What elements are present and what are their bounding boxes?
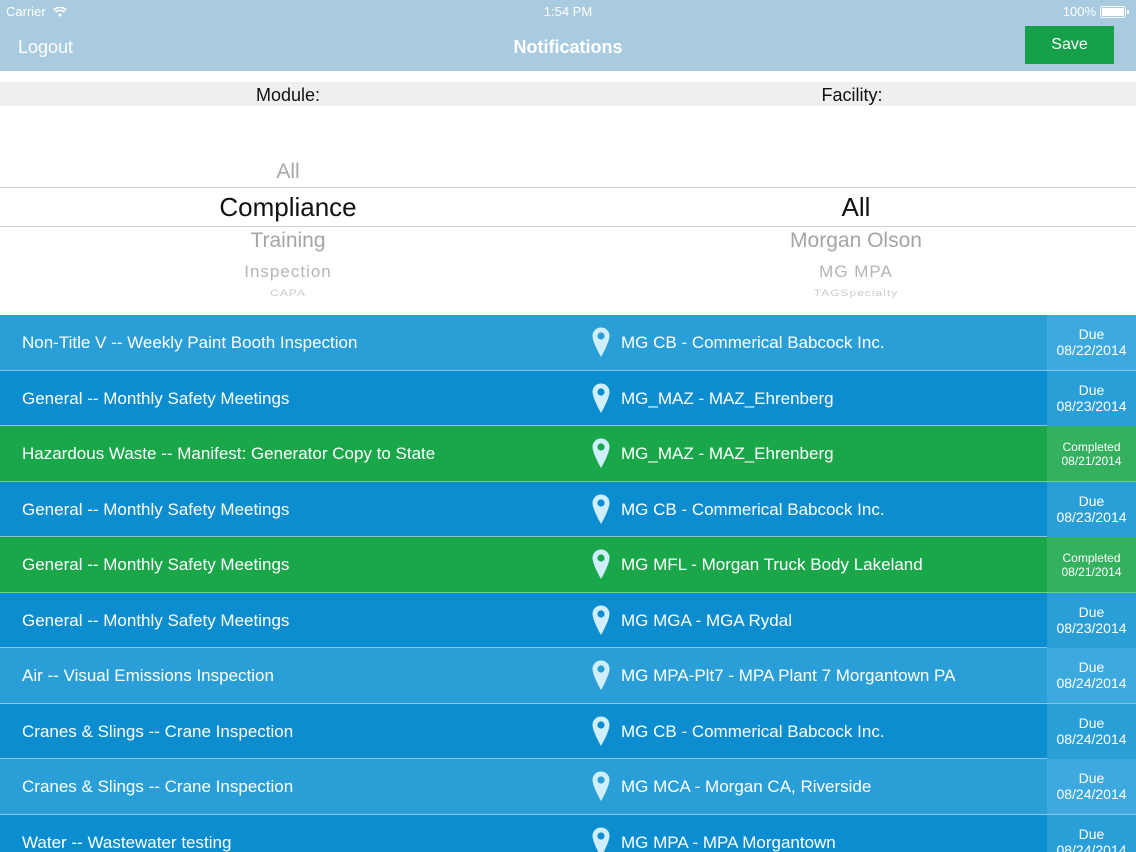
battery-icon	[1100, 5, 1129, 18]
module-option[interactable]: Training	[4, 229, 572, 253]
save-button[interactable]: Save	[1025, 26, 1114, 64]
status-cell: Due 08/24/2014	[1047, 648, 1136, 703]
module-option[interactable]: Inspection	[4, 262, 572, 282]
status-date: 08/23/2014	[1056, 397, 1127, 414]
status-cell: Completed 08/21/2014	[1047, 426, 1136, 481]
notification-row[interactable]: Water -- Wastewater testing MG MPA - MPA…	[0, 814, 1136, 852]
module-option[interactable]: All	[4, 160, 572, 184]
notification-facility: MG MGA - MGA Rydal	[621, 610, 792, 630]
map-pin-icon	[592, 438, 610, 468]
notification-facility: MG CB - Commerical Babcock Inc.	[621, 499, 885, 519]
map-pin-icon	[592, 493, 610, 524]
status-label: Due	[1078, 603, 1105, 620]
notification-title: Cranes & Slings -- Crane Inspection	[22, 777, 294, 796]
map-pin-icon	[592, 771, 610, 801]
module-option[interactable]: CAPA	[4, 287, 572, 298]
status-label: Due	[1078, 825, 1105, 842]
module-picker[interactable]: All Compliance Training Inspection CAPA	[4, 106, 572, 315]
notification-title: Non-Title V -- Weekly Paint Booth Inspec…	[22, 333, 358, 352]
status-date: 08/23/2014	[1056, 508, 1127, 525]
notification-title: General -- Monthly Safety Meetings	[22, 499, 290, 519]
status-cell: Due 08/24/2014	[1047, 759, 1136, 814]
map-pin-icon	[592, 715, 610, 746]
status-cell: Due 08/23/2014	[1047, 592, 1136, 648]
status-label: Completed	[1062, 439, 1121, 454]
status-date: 08/24/2014	[1056, 730, 1127, 747]
facility-option[interactable]: TAGSpecialty	[572, 287, 1136, 298]
status-label: Due	[1078, 326, 1105, 342]
facility-picker[interactable]: All Morgan Olson MG MPA TAGSpecialty	[572, 106, 1136, 315]
notification-facility: MG_MAZ - MAZ_Ehrenberg	[621, 388, 834, 408]
notification-title: Hazardous Waste -- Manifest: Generator C…	[22, 444, 436, 463]
notification-list[interactable]: Non-Title V -- Weekly Paint Booth Inspec…	[0, 315, 1136, 852]
notification-row[interactable]: Hazardous Waste -- Manifest: Generator C…	[0, 426, 1136, 482]
status-date: 08/23/2014	[1056, 619, 1127, 636]
notification-row[interactable]: Cranes & Slings -- Crane Inspection MG M…	[0, 759, 1136, 815]
page-title: Notifications	[513, 37, 623, 57]
notification-title: Air -- Visual Emissions Inspection	[22, 666, 274, 685]
notification-row[interactable]: General -- Monthly Safety Meetings MG MF…	[0, 537, 1136, 593]
status-label: Due	[1078, 770, 1105, 786]
status-date: 08/24/2014	[1056, 841, 1127, 852]
notification-row[interactable]: Cranes & Slings -- Crane Inspection MG C…	[0, 703, 1136, 759]
status-date: 08/24/2014	[1056, 786, 1127, 802]
map-pin-icon	[592, 660, 610, 690]
status-cell: Due 08/24/2014	[1047, 703, 1136, 759]
map-pin-icon	[592, 382, 610, 413]
status-date: 08/21/2014	[1061, 564, 1122, 579]
module-option-selected[interactable]: Compliance	[4, 192, 572, 223]
filter-pickers: All Compliance Training Inspection CAPA …	[0, 106, 1136, 315]
facility-option[interactable]: MG MPA	[572, 262, 1136, 282]
facility-label: Facility:	[821, 85, 883, 105]
module-label: Module:	[255, 85, 321, 105]
notification-row[interactable]: General -- Monthly Safety Meetings MG CB…	[0, 481, 1136, 537]
facility-option-selected[interactable]: All	[572, 192, 1136, 223]
notification-facility: MG CB - Commerical Babcock Inc.	[621, 333, 885, 352]
status-battery: 100%	[1062, 4, 1129, 19]
status-date: 08/22/2014	[1056, 342, 1127, 358]
status-cell: Due 08/23/2014	[1047, 481, 1136, 537]
status-label: Due	[1078, 714, 1105, 731]
status-date: 08/21/2014	[1061, 453, 1122, 468]
status-cell: Due 08/23/2014	[1047, 370, 1136, 426]
logout-button[interactable]: Logout	[18, 37, 73, 58]
status-date: 08/24/2014	[1056, 675, 1127, 691]
map-pin-icon	[592, 327, 610, 357]
notification-title: General -- Monthly Safety Meetings	[22, 388, 290, 408]
map-pin-icon	[592, 826, 610, 852]
status-label: Due	[1078, 492, 1105, 509]
status-label: Completed	[1062, 550, 1121, 565]
status-label: Due	[1078, 659, 1105, 675]
map-pin-icon	[592, 549, 610, 579]
notification-facility: MG MPA - MPA Morgantown	[621, 832, 836, 852]
map-pin-icon	[592, 604, 610, 635]
notification-facility: MG_MAZ - MAZ_Ehrenberg	[621, 444, 834, 463]
notification-facility: MG MPA-Plt7 - MPA Plant 7 Morgantown PA	[621, 666, 956, 685]
notification-row[interactable]: General -- Monthly Safety Meetings MG_MA…	[0, 370, 1136, 426]
battery-percent: 100%	[1062, 4, 1096, 19]
notification-row[interactable]: General -- Monthly Safety Meetings MG MG…	[0, 592, 1136, 648]
status-time: 1:54 PM	[543, 4, 593, 19]
status-cell: Due 08/22/2014	[1047, 315, 1136, 370]
notification-title: General -- Monthly Safety Meetings	[22, 555, 290, 574]
top-bar: Carrier 1:54 PM 100% Logout Notification…	[0, 0, 1136, 71]
notification-title: Water -- Wastewater testing	[22, 832, 232, 852]
filter-header: Module: Facility:	[0, 82, 1136, 106]
status-label: Due	[1078, 381, 1105, 398]
notification-row[interactable]: Air -- Visual Emissions Inspection MG MP…	[0, 648, 1136, 704]
status-cell: Due 08/24/2014	[1047, 814, 1136, 852]
notification-facility: MG CB - Commerical Babcock Inc.	[621, 721, 885, 741]
notification-facility: MG MFL - Morgan Truck Body Lakeland	[621, 555, 923, 574]
status-cell: Completed 08/21/2014	[1047, 537, 1136, 592]
notification-title: Cranes & Slings -- Crane Inspection	[22, 721, 294, 741]
notification-title: General -- Monthly Safety Meetings	[22, 610, 290, 630]
notification-facility: MG MCA - Morgan CA, Riverside	[621, 777, 872, 796]
facility-option[interactable]: Morgan Olson	[572, 229, 1136, 253]
notification-row[interactable]: Non-Title V -- Weekly Paint Booth Inspec…	[0, 315, 1136, 371]
